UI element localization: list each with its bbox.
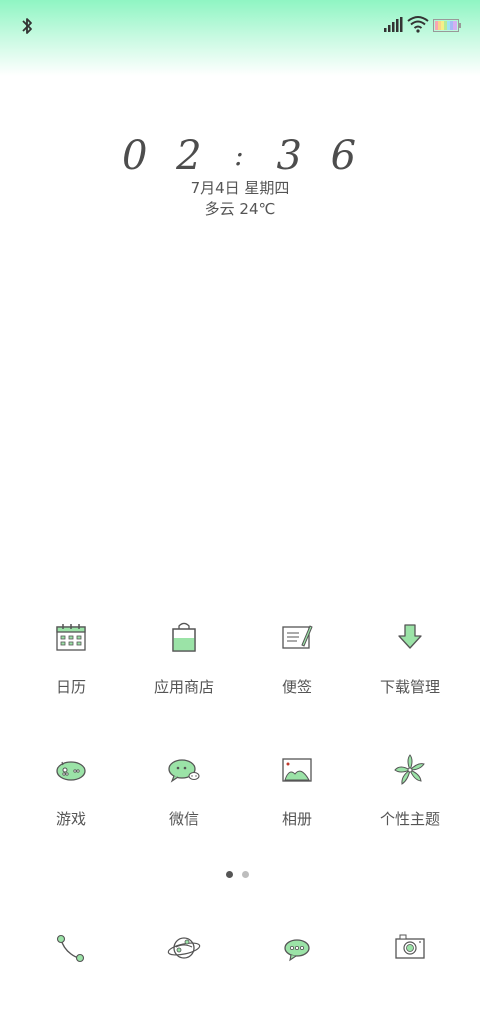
page-dot-1[interactable] [226, 871, 233, 878]
app-notes[interactable]: 便签 [241, 618, 353, 697]
calendar-icon [56, 624, 86, 651]
photo-icon [282, 758, 312, 782]
app-label: 游戏 [55, 810, 86, 828]
app-games[interactable]: 游戏 [15, 750, 127, 829]
app-label: 微信 [168, 810, 199, 828]
signal-icon [384, 17, 403, 32]
dock-phone[interactable] [15, 928, 127, 972]
app-label: 日历 [55, 678, 86, 696]
browser-planet-icon [167, 937, 201, 959]
clock-time: 0 2 : 3 6 [0, 130, 480, 182]
battery-icon [433, 19, 461, 32]
clock-separator: : [234, 139, 246, 172]
page-indicator [226, 871, 256, 881]
shopping-bag-icon [172, 622, 196, 652]
app-label: 相册 [281, 810, 312, 828]
dock-browser[interactable] [128, 928, 240, 972]
clock-hour-tens: 0 [121, 133, 150, 179]
clock-minute-ones: 6 [330, 133, 359, 179]
dock-camera[interactable] [354, 928, 466, 972]
wechat-icon [168, 759, 200, 783]
pinwheel-icon [394, 754, 425, 785]
app-themes[interactable]: 个性主题 [354, 750, 466, 829]
gamepad-icon [56, 761, 86, 781]
app-label: 下载管理 [379, 678, 440, 696]
camera-icon [395, 934, 425, 959]
phone-icon [56, 934, 85, 963]
messages-icon [284, 939, 310, 962]
app-gallery[interactable]: 相册 [241, 750, 353, 829]
bluetooth-icon [22, 18, 32, 34]
app-label: 应用商店 [153, 678, 214, 696]
clock-date: 7月4日 星期四 [190, 179, 290, 197]
app-store[interactable]: 应用商店 [128, 618, 240, 697]
app-downloads[interactable]: 下载管理 [354, 618, 466, 697]
app-label: 便签 [281, 678, 312, 696]
app-label: 个性主题 [379, 810, 440, 828]
clock-weather: 多云 24℃ [204, 200, 276, 218]
clock-hour-ones: 2 [176, 133, 204, 179]
dock-messages[interactable] [241, 928, 353, 972]
clock-minute-tens: 3 [276, 133, 304, 179]
status-bar [0, 0, 480, 76]
notepad-icon [282, 625, 313, 649]
page-dot-2[interactable] [242, 871, 249, 878]
app-calendar[interactable]: 日历 [15, 618, 127, 697]
app-wechat[interactable]: 微信 [128, 750, 240, 829]
wifi-icon [407, 16, 429, 33]
clock-widget[interactable]: 0 2 : 3 6 7月4日 星期四 多云 24℃ [0, 130, 480, 220]
download-arrow-icon [398, 624, 422, 649]
